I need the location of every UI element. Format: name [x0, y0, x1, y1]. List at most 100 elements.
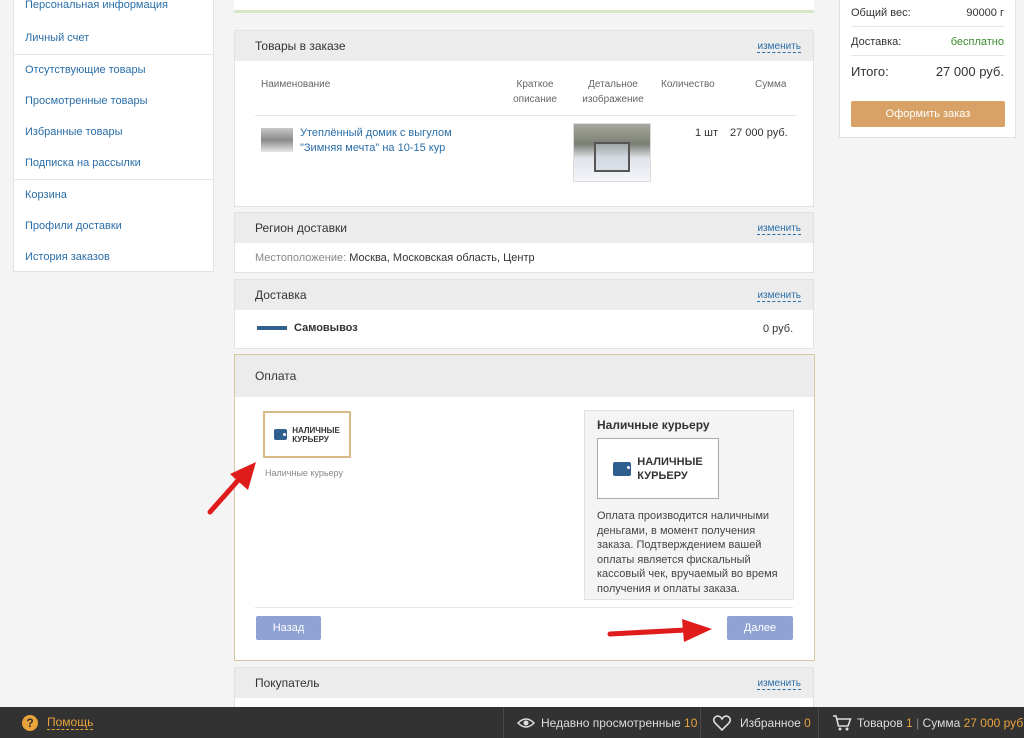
recently-viewed-count: 10	[684, 716, 698, 730]
wallet-icon	[274, 429, 288, 440]
change-delivery-link[interactable]: изменить	[757, 290, 801, 302]
delivery-region-section: Регион доставки изменить Местоположение:…	[234, 212, 814, 273]
location-line: Местоположение: Москва, Московская облас…	[255, 252, 535, 264]
payment-option-caption: Наличные курьеру	[265, 468, 343, 478]
table-divider	[255, 115, 797, 116]
column-header-quantity: Количество	[661, 79, 715, 90]
buyer-section: Покупатель изменить	[234, 667, 814, 712]
recently-viewed-link[interactable]: Недавно просмотренные 10	[541, 716, 697, 730]
wallet-icon	[613, 461, 632, 476]
summary-total-row: Итого: 27 000 руб.	[851, 64, 1004, 79]
bottom-panel: ? Помощь Недавно просмотренные 10 Избран…	[0, 707, 1024, 738]
logo-line-1: НАЛИЧНЫЕ	[292, 425, 340, 435]
payment-info-title: Наличные курьеру	[597, 418, 710, 432]
product-detail-image[interactable]	[573, 123, 651, 182]
account-sidebar: Персональная информация Личный счет Отсу…	[13, 0, 214, 272]
heart-icon	[713, 715, 731, 731]
product-thumbnail[interactable]	[261, 128, 293, 152]
sidebar-item-personal-info[interactable]: Персональная информация	[25, 0, 168, 11]
sidebar-item-missing-goods[interactable]: Отсутствующие товары	[25, 64, 146, 76]
section-header: Товары в заказе изменить	[235, 31, 813, 61]
column-header-detail-image: Детальное изображение	[582, 79, 644, 105]
sidebar-item-favorite-goods[interactable]: Избранные товары	[25, 126, 123, 138]
section-divider	[255, 607, 793, 608]
section-title: Регион доставки	[255, 221, 347, 235]
change-region-link[interactable]: изменить	[757, 223, 801, 235]
goods-count: 1	[906, 716, 913, 730]
help-link[interactable]: Помощь	[47, 716, 94, 730]
delivery-section: Доставка изменить Самовывоз 0 руб.	[234, 279, 814, 349]
column-header-short-description: Краткое описание	[513, 79, 557, 105]
order-summary: Общий вес: 90000 г Доставка: бесплатно И…	[839, 0, 1016, 138]
goods-label: Товаров	[857, 716, 903, 730]
payment-info-text: Оплата производится наличными деньгами, …	[597, 510, 778, 595]
location-value: Москва, Московская область, Центр	[349, 252, 535, 264]
product-sum: 27 000 руб.	[730, 127, 788, 139]
sidebar-item-cart[interactable]: Корзина	[25, 189, 67, 201]
payment-info-logo: НАЛИЧНЫЕ КУРЬЕРУ	[597, 438, 719, 499]
sidebar-item-delivery-profiles[interactable]: Профили доставки	[25, 220, 122, 232]
weight-label: Общий вес:	[851, 7, 911, 19]
product-quantity: 1 шт	[695, 127, 719, 139]
section-header: Покупатель изменить	[235, 668, 813, 698]
recently-viewed-label: Недавно просмотренные	[541, 716, 681, 730]
sidebar-item-viewed-goods[interactable]: Просмотренные товары	[25, 95, 147, 107]
sum-value: 27 000 руб.	[963, 716, 1024, 730]
column-header-sum: Сумма	[755, 79, 787, 90]
sidebar-item-order-history[interactable]: История заказов	[25, 251, 110, 263]
section-header: Оплата	[235, 355, 814, 397]
summary-divider	[851, 55, 1005, 56]
favorites-label: Избранное	[740, 716, 801, 730]
section-title: Доставка	[255, 288, 307, 302]
logo-line-2: КУРЬЕРУ	[292, 434, 329, 444]
section-title: Товары в заказе	[255, 39, 346, 53]
cart-summary-link[interactable]: Товаров 1 | Сумма 27 000 руб.	[857, 716, 1024, 730]
total-value: 27 000 руб.	[935, 64, 1004, 79]
logo-line-1: НАЛИЧНЫЕ	[637, 455, 703, 468]
logo-line-2: КУРЬЕРУ	[637, 469, 688, 482]
section-title: Покупатель	[255, 676, 320, 690]
section-header: Регион доставки изменить	[235, 213, 813, 243]
house-shape	[594, 142, 630, 172]
bar-divider	[503, 707, 504, 738]
payment-info-box: Наличные курьеру НАЛИЧНЫЕ КУРЬЕРУ Оплата …	[584, 410, 794, 600]
location-label: Местоположение:	[255, 252, 347, 264]
bar-divider	[700, 707, 701, 738]
next-button[interactable]: Далее	[727, 616, 793, 640]
delivery-label: Доставка:	[851, 36, 902, 48]
sidebar-item-subscriptions[interactable]: Подписка на рассылки	[25, 157, 141, 169]
sum-label: Сумма	[922, 716, 961, 730]
arrow-to-next-button-icon	[607, 619, 712, 642]
payment-option-cash-courier[interactable]: НАЛИЧНЫЕ КУРЬЕРУ	[263, 411, 351, 458]
delivery-value: бесплатно	[950, 36, 1004, 48]
change-buyer-link[interactable]: изменить	[757, 678, 801, 690]
pickup-logo-icon	[257, 326, 287, 330]
order-items-section: Товары в заказе изменить Наименование Кр…	[234, 30, 814, 207]
payment-section: Оплата НАЛИЧНЫЕ КУРЬЕРУ Наличные курьеру …	[234, 354, 815, 661]
previous-section-bottom	[234, 0, 814, 13]
column-header-name: Наименование	[261, 79, 331, 90]
sidebar-divider	[14, 54, 213, 55]
eye-icon	[517, 718, 535, 728]
place-order-button[interactable]: Оформить заказ	[851, 101, 1005, 127]
change-order-items-link[interactable]: изменить	[757, 41, 801, 53]
bar-divider	[818, 707, 819, 738]
product-name-link[interactable]: Утеплённый домик с выгулом "Зимняя мечта…	[300, 126, 480, 156]
cart-icon	[833, 715, 852, 731]
section-header: Доставка изменить	[235, 280, 813, 310]
favorites-count: 0	[804, 716, 811, 730]
summary-weight-row: Общий вес: 90000 г	[851, 7, 1004, 19]
summary-delivery-row: Доставка: бесплатно	[851, 36, 1004, 48]
delivery-method: Самовывоз	[294, 322, 358, 334]
favorites-link[interactable]: Избранное 0	[740, 716, 811, 730]
delivery-price: 0 руб.	[763, 323, 794, 335]
sidebar-divider	[14, 179, 213, 180]
total-label: Итого:	[851, 64, 889, 79]
summary-divider	[851, 26, 1005, 27]
section-title: Оплата	[255, 369, 297, 383]
help-icon[interactable]: ?	[22, 715, 38, 731]
arrow-to-payment-option-icon	[207, 462, 256, 515]
sidebar-item-account[interactable]: Личный счет	[25, 32, 89, 44]
back-button[interactable]: Назад	[256, 616, 321, 640]
weight-value: 90000 г	[966, 7, 1004, 19]
